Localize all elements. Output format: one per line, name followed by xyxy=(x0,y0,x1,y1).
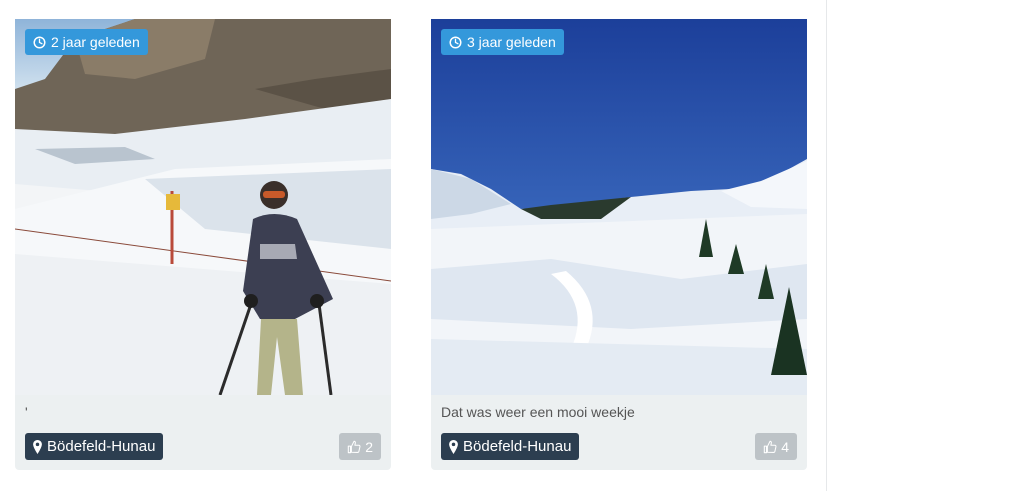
map-marker-icon xyxy=(449,439,458,454)
time-ago-text: 2 jaar geleden xyxy=(51,34,140,50)
time-ago-badge: 2 jaar geleden xyxy=(25,29,148,55)
location-text: Bödefeld-Hunau xyxy=(47,438,156,455)
post-caption: Dat was weer een mooi weekje xyxy=(441,404,635,420)
location-badge[interactable]: Bödefeld-Hunau xyxy=(441,433,580,460)
post-photo-alpine-landscape[interactable] xyxy=(431,19,807,395)
thumbs-up-icon xyxy=(763,440,777,453)
column-divider xyxy=(826,0,827,491)
clock-icon xyxy=(33,35,46,49)
location-badge[interactable]: Bödefeld-Hunau xyxy=(25,433,164,460)
time-ago-badge: 3 jaar geleden xyxy=(441,29,564,55)
post-caption: ' xyxy=(25,404,28,420)
post-photo-skier[interactable] xyxy=(15,19,391,395)
thumbs-up-icon xyxy=(347,440,361,453)
like-count: 4 xyxy=(781,438,789,455)
post-card: 3 jaar geleden Dat was weer een mooi wee… xyxy=(431,19,807,470)
post-card: 2 jaar geleden ' Bödefeld-Hunau 2 xyxy=(15,19,391,470)
time-ago-text: 3 jaar geleden xyxy=(467,34,556,50)
like-button[interactable]: 4 xyxy=(755,433,797,460)
like-button[interactable]: 2 xyxy=(339,433,381,460)
map-marker-icon xyxy=(33,439,42,454)
clock-icon xyxy=(449,35,462,49)
location-text: Bödefeld-Hunau xyxy=(463,438,572,455)
like-count: 2 xyxy=(365,438,373,455)
